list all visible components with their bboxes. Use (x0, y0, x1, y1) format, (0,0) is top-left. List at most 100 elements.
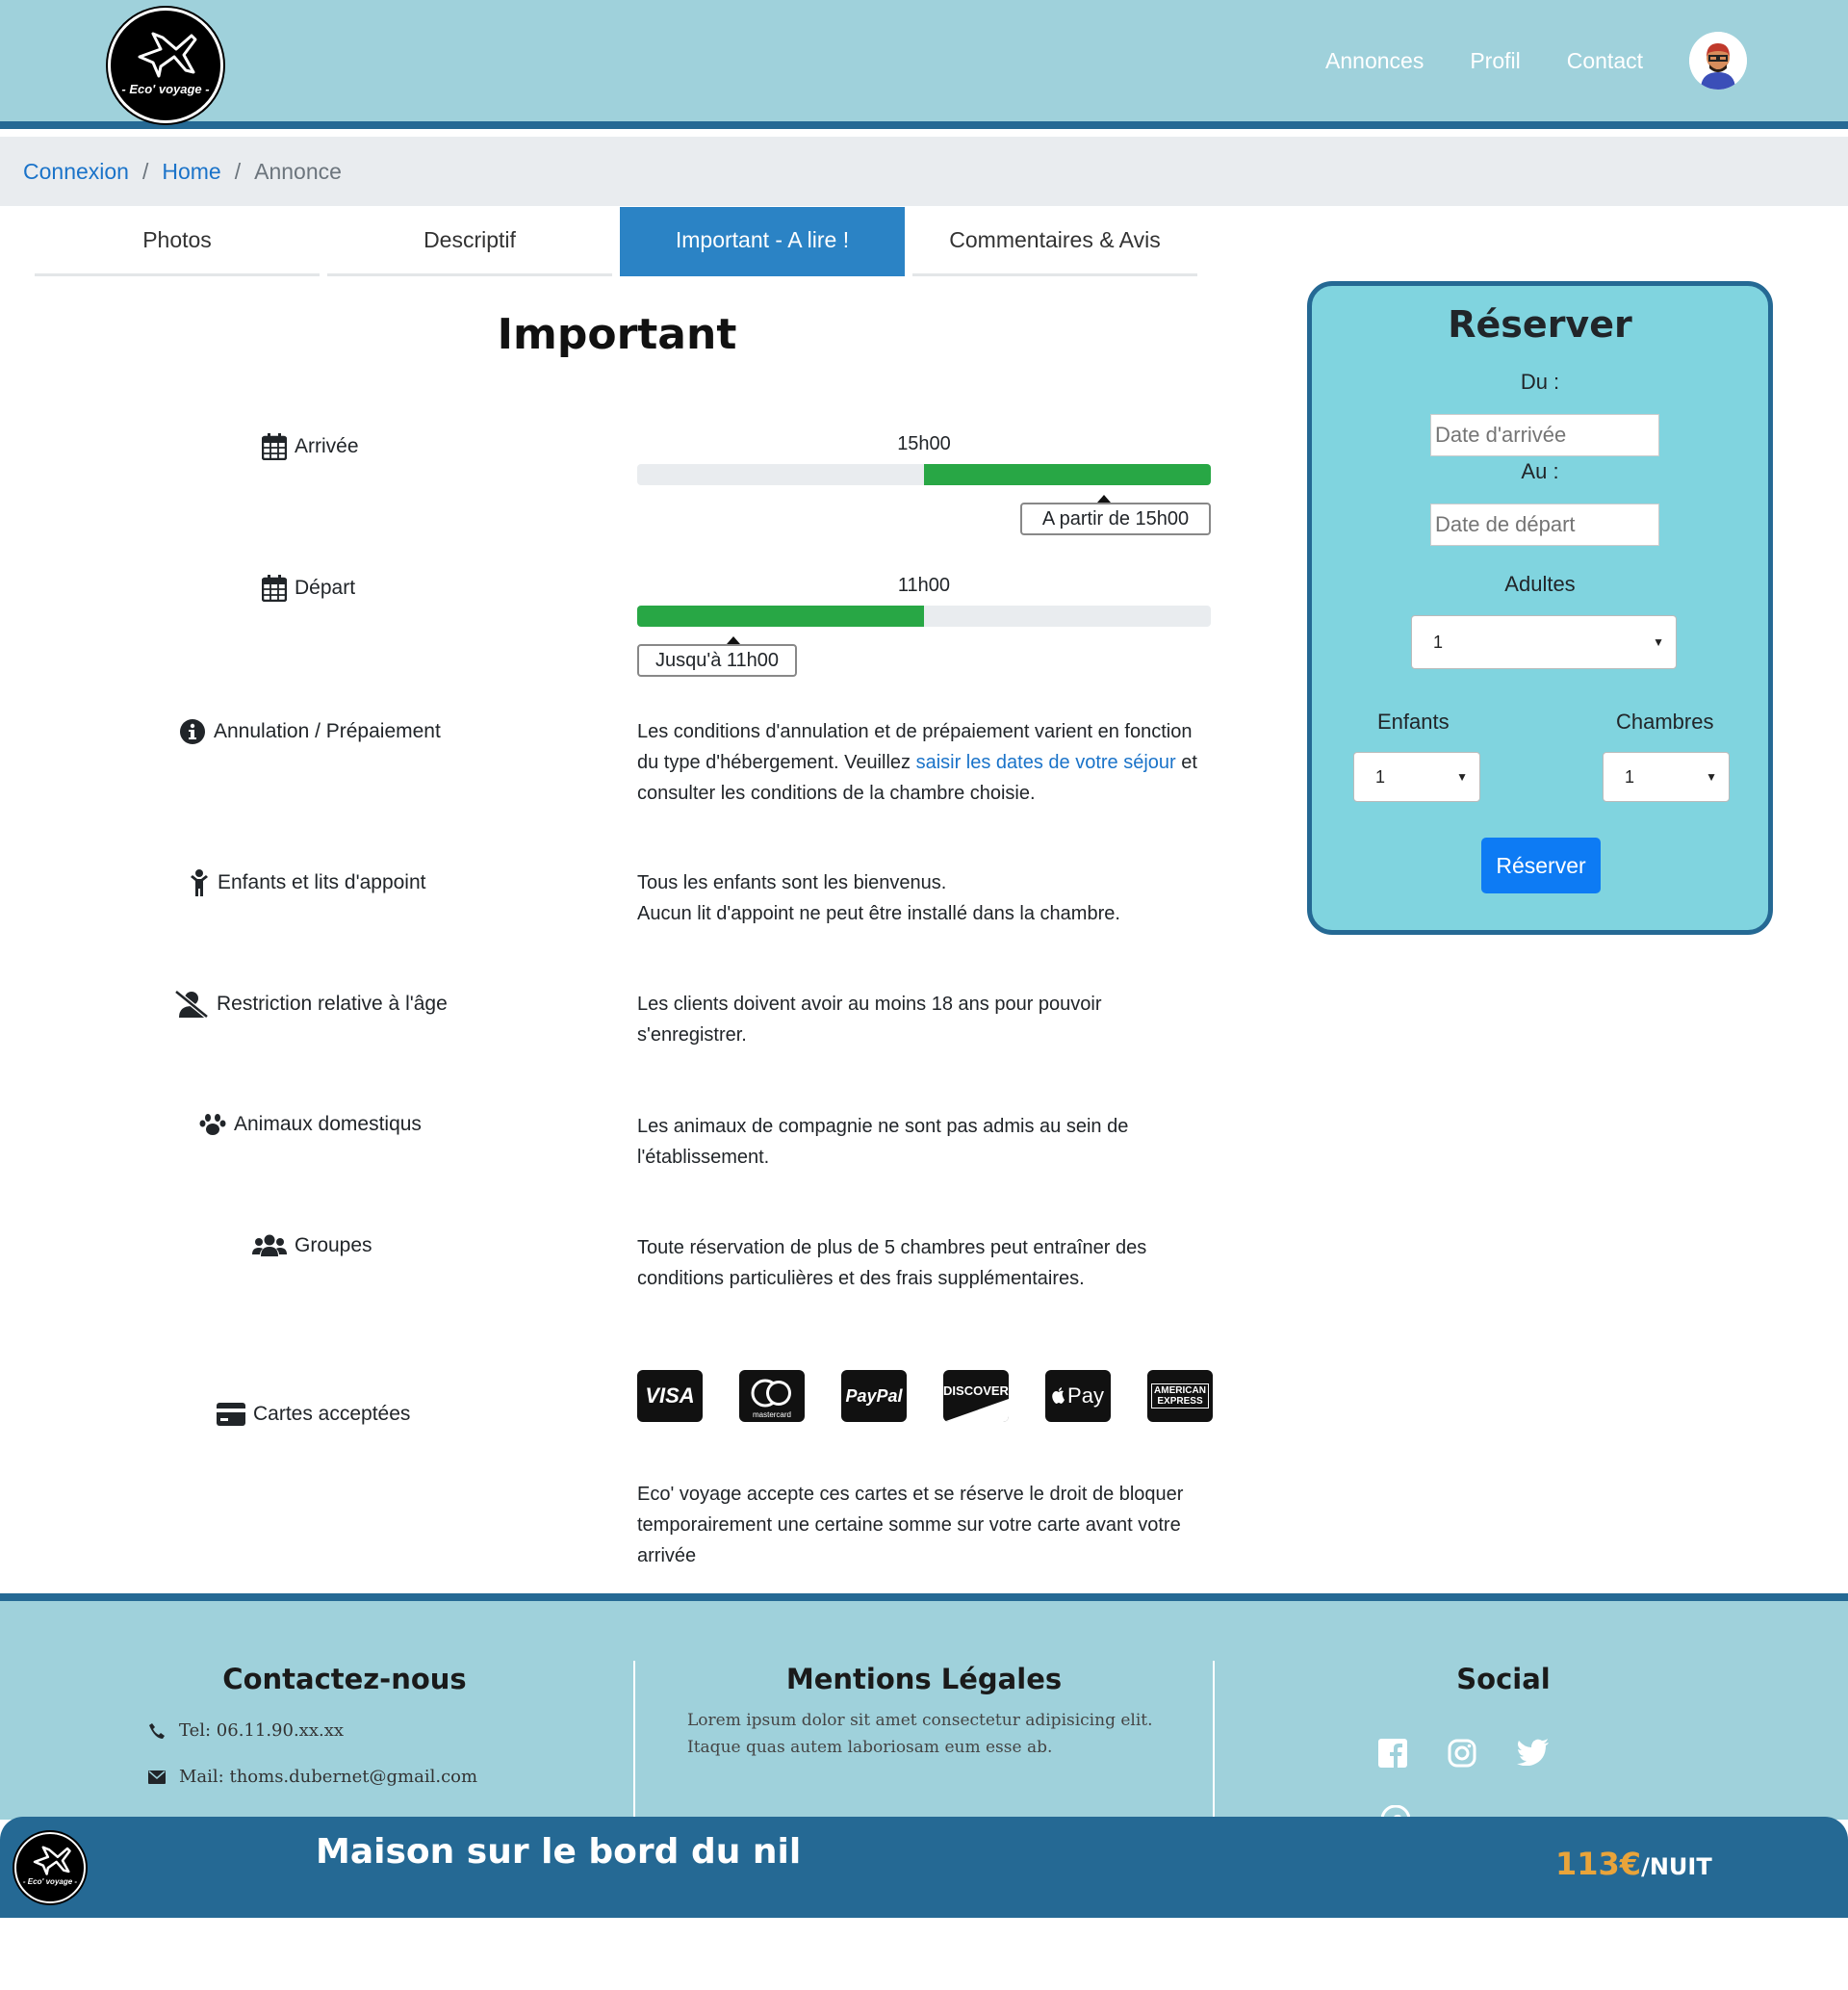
enter-dates-link[interactable]: saisir les dates de votre séjour (916, 752, 1176, 773)
calendar-icon (262, 575, 287, 602)
plane-logo-icon (138, 32, 197, 78)
amex-text: AMERICAN EXPRESS (1151, 1383, 1209, 1409)
facebook-icon[interactable] (1378, 1739, 1407, 1768)
arrival-time: 15h00 (897, 433, 951, 454)
bottom-logo[interactable]: - Eco' voyage - (14, 1832, 86, 1903)
child-icon (191, 869, 208, 896)
paypal-text: PayPal (845, 1385, 903, 1406)
departure-date-input[interactable]: Date de départ (1430, 504, 1659, 546)
mail-text: Mail: thoms.dubernet@gmail.com (179, 1767, 478, 1787)
nav-profil[interactable]: Profil (1470, 48, 1520, 74)
arrival-bar-fill (924, 464, 1211, 485)
tooltip-caret (727, 636, 740, 644)
apple-pay-icon: Pay (1045, 1370, 1111, 1422)
visa-text: VISA (645, 1383, 695, 1408)
user-avatar[interactable] (1689, 32, 1747, 90)
users-icon (252, 1234, 287, 1256)
arrival-date-input[interactable]: Date d'arrivée (1430, 414, 1659, 456)
arrival-label: Arrivée (262, 433, 359, 460)
instagram-icon[interactable] (1448, 1739, 1476, 1768)
calendar-icon (262, 433, 287, 460)
children-line-2: Aucun lit d'appoint ne peut être install… (637, 903, 1120, 924)
adults-label: Adultes (1504, 572, 1576, 596)
tab-descriptif[interactable]: Descriptif (327, 207, 612, 276)
mastercard-text: mastercard (752, 1410, 791, 1419)
nav-annonces[interactable]: Annonces (1325, 48, 1424, 74)
breadcrumb-separator: / (234, 158, 242, 184)
adults-select[interactable]: 1 ▼ (1411, 615, 1677, 669)
listing-summary-bar: - Eco' voyage - Maison sur le bord du ni… (0, 1817, 1848, 1918)
mastercard-logo (751, 1379, 791, 1408)
booking-form: Réserver Du : Date d'arrivée Au : Date d… (1307, 281, 1773, 935)
groups-label-text: Groupes (295, 1234, 372, 1256)
tab-commentaires[interactable]: Commentaires & Avis (912, 207, 1197, 276)
pets-label-text: Animaux domestiqus (234, 1113, 422, 1135)
rooms-value: 1 (1625, 766, 1635, 787)
legal-title: Mentions Légales (785, 1663, 1063, 1695)
apple-pay-text: Pay (1067, 1383, 1104, 1408)
bottom-logo-text: - Eco' voyage - (22, 1877, 78, 1886)
twitter-icon[interactable] (1517, 1739, 1550, 1766)
phone-line: Tel: 06.11.90.xx.xx (148, 1720, 344, 1741)
main-nav: Annonces Profil Contact (1325, 32, 1747, 90)
breadcrumb-home[interactable]: Home (162, 159, 220, 185)
site-logo[interactable]: - Eco' voyage - (108, 8, 223, 123)
payment-cards: VISA mastercard PayPal DISCOVER Pay AMER… (637, 1370, 1213, 1422)
paw-icon (199, 1114, 226, 1135)
pets-label: Animaux domestiqus (199, 1112, 422, 1137)
reserve-button[interactable]: Réserver (1481, 838, 1601, 893)
adults-value: 1 (1433, 632, 1444, 652)
age-label-text: Restriction relative à l'âge (217, 993, 448, 1015)
legal-text: Lorem ipsum dolor sit amet consectetur a… (687, 1711, 1153, 1757)
nav-contact[interactable]: Contact (1567, 48, 1643, 74)
chevron-down-icon: ▼ (1706, 770, 1717, 784)
from-label: Du : (1520, 370, 1560, 394)
paypal-icon: PayPal (841, 1370, 907, 1422)
social-title: Social (1456, 1663, 1551, 1695)
info-icon (180, 719, 205, 744)
children-line-1: Tous les enfants sont les bienvenus. (637, 872, 947, 893)
chevron-down-icon: ▼ (1456, 770, 1468, 784)
tooltip-caret (1097, 495, 1111, 503)
groups-label: Groupes (252, 1233, 372, 1258)
breadcrumb-separator: / (141, 158, 149, 184)
tab-important[interactable]: Important - A lire ! (620, 207, 905, 276)
avatar-icon (1689, 32, 1747, 90)
visa-icon: VISA (637, 1370, 703, 1422)
annonce-tabs: Photos Descriptif Important - A lire ! C… (35, 207, 1197, 276)
departure-progress: 11h00 Jusqu'à 11h00 (637, 575, 1211, 681)
cards-label: Cartes acceptées (217, 1403, 410, 1426)
section-title: Important (497, 310, 737, 359)
apple-icon (1052, 1387, 1065, 1404)
site-footer: Contactez-nous Tel: 06.11.90.xx.xx Mail:… (0, 1593, 1848, 1863)
departure-label: Départ (262, 575, 355, 602)
arrival-progress: 15h00 A partir de 15h00 (637, 433, 1211, 539)
children-text: Tous les enfants sont les bienvenus. Auc… (637, 867, 1215, 929)
age-text: Les clients doivent avoir au moins 18 an… (637, 994, 1102, 1046)
rooms-select[interactable]: 1 ▼ (1603, 752, 1730, 802)
site-header: - Eco' voyage - Annonces Profil Contact (0, 0, 1848, 129)
contact-title: Contactez-nous (222, 1663, 467, 1695)
age-label: Restriction relative à l'âge (174, 990, 448, 1019)
price-value: 113€ (1555, 1846, 1642, 1882)
to-label: Au : (1521, 459, 1559, 483)
discover-icon: DISCOVER (943, 1370, 1009, 1422)
phone-text: Tel: 06.11.90.xx.xx (179, 1720, 345, 1741)
departure-bar-fill (637, 606, 924, 627)
children-value: 1 (1375, 766, 1386, 787)
phone-icon (149, 1722, 165, 1739)
arrival-bar (637, 464, 1211, 485)
logo-text: - Eco' voyage - (121, 82, 210, 96)
mastercard-icon: mastercard (739, 1370, 805, 1422)
children-select[interactable]: 1 ▼ (1353, 752, 1480, 802)
listing-price: 113€/NUIT (1555, 1846, 1712, 1882)
children-select-label: Enfants (1377, 710, 1450, 734)
departure-bar (637, 606, 1211, 627)
cards-text: Eco' voyage accepte ces cartes et se rés… (637, 1484, 1184, 1566)
price-unit: /NUIT (1641, 1853, 1712, 1880)
tab-photos[interactable]: Photos (35, 207, 320, 276)
rooms-label: Chambres (1616, 710, 1714, 734)
breadcrumb-connexion[interactable]: Connexion (23, 159, 129, 185)
cancellation-label: Annulation / Prépaiement (179, 718, 441, 745)
cancellation-label-text: Annulation / Prépaiement (214, 720, 441, 742)
